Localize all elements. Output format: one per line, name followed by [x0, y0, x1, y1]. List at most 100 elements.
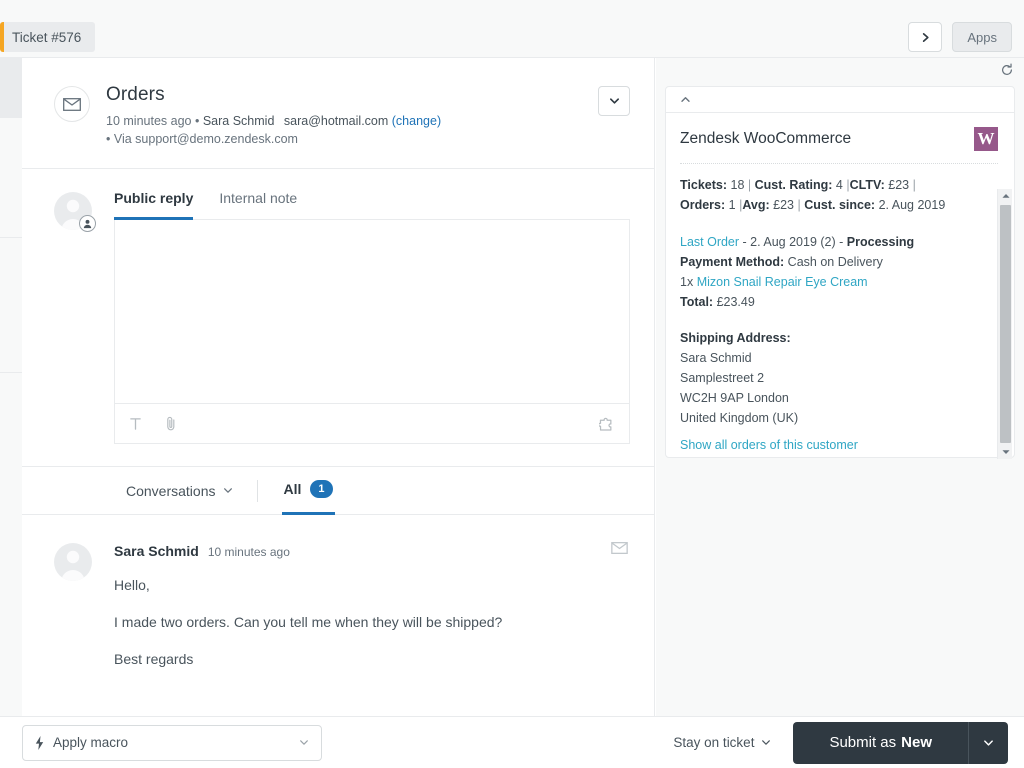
app-collapse-toggle[interactable]	[666, 87, 1014, 113]
chevron-down-icon	[984, 739, 993, 746]
app-panel-scrollbar[interactable]	[997, 189, 1012, 459]
message-header: Sara Schmid 10 minutes ago	[114, 543, 630, 559]
shipping-address-section: Shipping Address: Sara Schmid Samplestre…	[680, 328, 998, 428]
scrollbar-thumb[interactable]	[1000, 205, 1011, 443]
order-total-line: Total: £23.49	[680, 292, 998, 312]
composer-toolbar	[115, 403, 629, 443]
tab-internal-note[interactable]: Internal note	[219, 190, 297, 220]
show-all-orders-link[interactable]: Show all orders of this customer	[680, 438, 858, 452]
tickets-value: 18	[730, 178, 745, 192]
payment-method-value: Cash on Delivery	[787, 255, 883, 269]
order-item-line: 1x Mizon Snail Repair Eye Cream	[680, 272, 998, 292]
customer-stats: Tickets: 18 | Cust. Rating: 4 | CLTV: £23…	[680, 175, 998, 215]
shipping-address-line: Samplestreet 2	[680, 371, 765, 385]
apps-sidebar: Zendesk WooCommerce W Tickets: 18 | Cust…	[656, 58, 1024, 716]
stats-line-1: Tickets: 18 | Cust. Rating: 4 | CLTV: £23…	[680, 175, 998, 195]
app-title: Zendesk WooCommerce	[680, 130, 852, 147]
puzzle-piece-icon[interactable]	[599, 416, 615, 431]
avg-label: Avg:	[742, 198, 770, 212]
last-order-link[interactable]: Last Order	[680, 235, 739, 249]
filter-divider	[256, 479, 258, 502]
ticket-options-button[interactable]	[598, 86, 630, 116]
stats-line-2: Orders: 1 |Avg: £23 | Cust. since: 2. Au…	[680, 195, 998, 215]
all-tab-label: All	[283, 481, 302, 497]
stat-sep: |	[912, 178, 916, 192]
apply-macro-label: Apply macro	[53, 735, 129, 750]
rating-label: Cust. Rating:	[754, 178, 833, 192]
change-requester-link[interactable]: (change)	[392, 114, 441, 128]
app-title-row: Zendesk WooCommerce W	[680, 127, 998, 164]
conversations-dropdown-label: Conversations	[126, 482, 216, 499]
avg-value: £23	[773, 198, 794, 212]
apply-macro-select[interactable]: Apply macro	[22, 724, 322, 761]
order-item-link[interactable]: Mizon Snail Repair Eye Cream	[697, 275, 868, 289]
submit-status-label: New	[901, 734, 932, 751]
show-all-orders-row: Show all orders of this customer	[680, 438, 998, 452]
woocommerce-logo-icon: W	[974, 127, 998, 151]
conversations-dropdown[interactable]: Conversations	[126, 483, 233, 499]
last-order-line: Last Order - 2. Aug 2019 (2) - Processin…	[680, 232, 998, 252]
apps-button[interactable]: Apps	[952, 22, 1012, 52]
message-paragraph: Best regards	[114, 651, 194, 667]
orders-value: 1	[728, 198, 736, 212]
text-format-icon[interactable]	[129, 417, 142, 430]
topbar-right-group: Apps	[908, 22, 1012, 52]
conversation-message: Sara Schmid 10 minutes ago Hello, I made…	[22, 515, 654, 680]
rail-segment[interactable]	[0, 373, 22, 768]
ticket-tab-accent	[0, 22, 4, 52]
scroll-down-arrow[interactable]	[998, 445, 1013, 459]
submit-as-new-button[interactable]: Submit as New	[793, 721, 968, 764]
chevron-down-icon	[300, 740, 308, 745]
conversation-filter-bar: Conversations All 1	[22, 467, 654, 515]
rail-segment-active[interactable]	[0, 58, 22, 118]
rating-value: 4	[835, 178, 843, 192]
ticket-tab[interactable]: Ticket #576	[0, 22, 96, 52]
chevron-right-icon	[922, 32, 929, 42]
message-author: Sara Schmid	[114, 543, 199, 559]
rail-segment[interactable]	[0, 238, 22, 373]
paperclip-icon[interactable]	[164, 416, 178, 431]
submit-prefix-label: Submit as	[829, 734, 897, 751]
cltv-label: CLTV:	[849, 178, 885, 192]
left-sidebar-rail	[0, 58, 22, 768]
message-channel-envelope-icon	[611, 541, 628, 559]
submit-options-button[interactable]	[968, 721, 1008, 764]
stay-on-ticket-dropdown[interactable]: Stay on ticket	[673, 735, 771, 750]
top-navigation-bar: Ticket #576 Apps	[0, 0, 1024, 58]
envelope-icon	[63, 97, 81, 111]
ticket-main-pane: Orders 10 minutes ago • Sara Schmid sara…	[22, 58, 655, 716]
rail-segment[interactable]	[0, 118, 22, 238]
app-content: Zendesk WooCommerce W Tickets: 18 | Cust…	[666, 113, 1014, 457]
cltv-value: £23	[888, 178, 910, 192]
meta-separator: •	[194, 114, 200, 128]
chevron-down-icon	[762, 740, 771, 745]
ticket-via-line: • Via support@demo.zendesk.com	[106, 132, 298, 146]
message-paragraph: I made two orders. Can you tell me when …	[114, 614, 503, 630]
chevron-down-icon	[223, 488, 232, 493]
message-avatar	[54, 543, 92, 581]
shipping-address-title: Shipping Address:	[680, 331, 791, 345]
channel-avatar	[54, 86, 90, 122]
tab-all-conversations[interactable]: All 1	[281, 467, 335, 515]
apps-button-label: Apps	[967, 29, 997, 45]
reply-composer: Public reply Internal note	[22, 169, 654, 467]
ticket-header: Orders 10 minutes ago • Sara Schmid sara…	[22, 58, 654, 169]
lightning-bolt-icon	[35, 735, 44, 750]
last-order-section: Last Order - 2. Aug 2019 (2) - Processin…	[680, 232, 998, 312]
person-badge-icon	[83, 219, 92, 229]
message-body: Sara Schmid 10 minutes ago Hello, I made…	[114, 543, 630, 670]
since-value: 2. Aug 2019	[878, 198, 946, 212]
agent-avatar	[54, 192, 96, 232]
reply-textarea[interactable]	[115, 220, 629, 403]
ticket-created-time: 10 minutes ago	[106, 114, 192, 128]
refresh-icon[interactable]	[1000, 62, 1014, 82]
shipping-address-line: United Kingdom (UK)	[680, 411, 799, 425]
next-ticket-button[interactable]	[908, 22, 943, 52]
scroll-up-arrow[interactable]	[998, 189, 1013, 203]
ticket-header-text: Orders 10 minutes ago • Sara Schmid sara…	[106, 84, 598, 148]
message-paragraph: Hello,	[114, 577, 150, 593]
tab-public-reply[interactable]: Public reply	[114, 190, 194, 220]
composer-tabs: Public reply Internal note	[114, 189, 630, 220]
ticket-subject: Orders	[106, 84, 165, 105]
stat-sep: |	[797, 198, 801, 212]
